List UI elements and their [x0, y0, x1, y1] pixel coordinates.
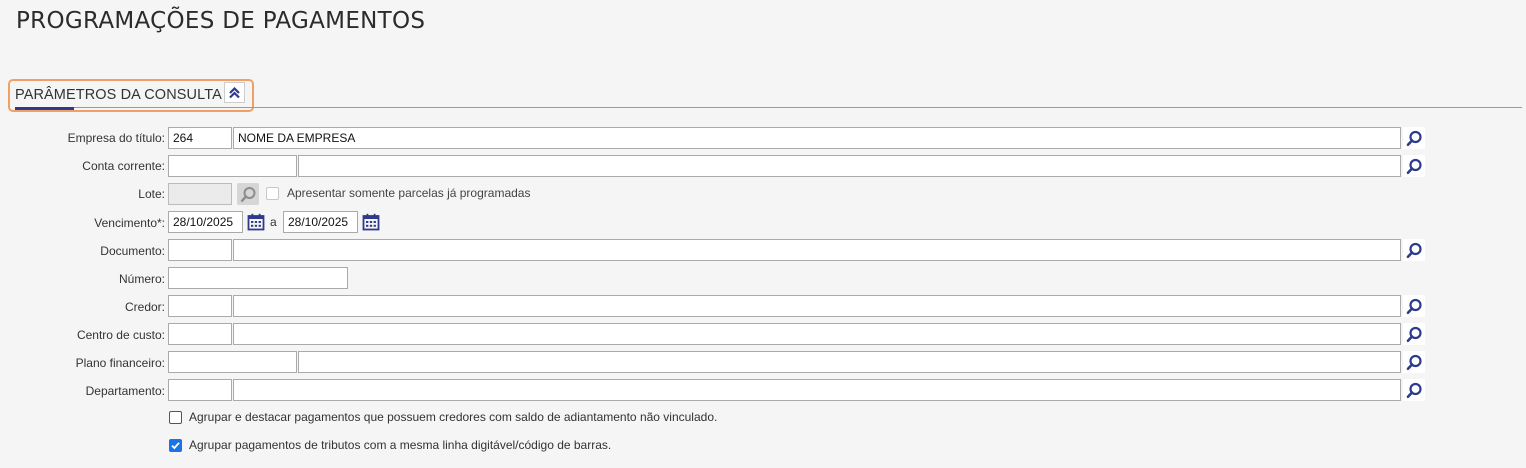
vencimento-from-calendar-button[interactable]: [246, 212, 266, 232]
section-divider: [74, 107, 1522, 108]
lote-input: [168, 183, 232, 205]
vencimento-from-input[interactable]: 28/10/2025: [168, 211, 243, 233]
plano-financeiro-search-button[interactable]: [1403, 351, 1425, 373]
apresentar-programadas-checkbox: [266, 187, 279, 200]
numero-input[interactable]: [168, 267, 348, 289]
search-icon: [1406, 130, 1422, 146]
search-icon: [1406, 298, 1422, 314]
vencimento-to-calendar-button[interactable]: [361, 212, 381, 232]
double-chevron-up-icon: [229, 86, 240, 99]
search-icon: [240, 186, 255, 202]
plano-financeiro-label: Plano financeiro:: [75, 356, 165, 370]
search-icon: [1406, 158, 1422, 174]
documento-code-input[interactable]: [168, 239, 232, 261]
search-icon: [1406, 354, 1422, 370]
agrupar-tributos-checkbox[interactable]: [169, 439, 182, 452]
documento-label: Documento:: [100, 244, 165, 258]
credor-name-input[interactable]: [233, 295, 1401, 317]
section-title: PARÂMETROS DA CONSULTA: [15, 87, 222, 103]
empresa-search-button[interactable]: [1403, 127, 1425, 149]
search-icon: [1406, 326, 1422, 342]
departamento-label: Departamento:: [85, 384, 165, 398]
agrupar-credores-checkbox[interactable]: [169, 411, 182, 424]
departamento-name-input[interactable]: [233, 379, 1401, 401]
departamento-search-button[interactable]: [1403, 379, 1425, 401]
agrupar-credores-label: Agrupar e destacar pagamentos que possue…: [189, 410, 718, 424]
checkmark-icon: [171, 442, 180, 450]
collapse-section-button[interactable]: [224, 82, 245, 103]
lote-search-button: [237, 183, 259, 205]
numero-label: Número:: [118, 272, 165, 286]
documento-name-input[interactable]: [233, 239, 1401, 261]
conta-search-button[interactable]: [1403, 155, 1425, 177]
search-icon: [1406, 382, 1422, 398]
credor-search-button[interactable]: [1403, 295, 1425, 317]
calendar-icon: [247, 213, 265, 231]
centro-custo-label: Centro de custo:: [76, 328, 165, 342]
conta-code-input[interactable]: [168, 155, 297, 177]
conta-name-input[interactable]: [298, 155, 1401, 177]
centro-custo-code-input[interactable]: [168, 323, 232, 345]
plano-financeiro-code-input[interactable]: [168, 351, 297, 373]
vencimento-to-input[interactable]: 28/10/2025: [283, 211, 358, 233]
centro-custo-name-input[interactable]: [233, 323, 1401, 345]
vencimento-label: Vencimento*:: [94, 216, 165, 230]
lote-label: Lote:: [138, 187, 165, 201]
empresa-name-input[interactable]: NOME DA EMPRESA: [233, 127, 1401, 149]
agrupar-tributos-label: Agrupar pagamentos de tributos com a mes…: [189, 438, 612, 452]
empresa-label: Empresa do título:: [67, 131, 165, 145]
search-icon: [1406, 242, 1422, 258]
conta-label: Conta corrente:: [82, 159, 165, 173]
section-title-underline: [15, 107, 74, 110]
credor-code-input[interactable]: [168, 295, 232, 317]
credor-label: Credor:: [124, 300, 165, 314]
documento-search-button[interactable]: [1403, 239, 1425, 261]
centro-custo-search-button[interactable]: [1403, 323, 1425, 345]
page-title: PROGRAMAÇÕES DE PAGAMENTOS: [16, 8, 426, 34]
vencimento-separator: a: [270, 215, 277, 229]
plano-financeiro-name-input[interactable]: [298, 351, 1401, 373]
empresa-code-input[interactable]: 264: [168, 127, 232, 149]
calendar-icon: [362, 213, 380, 231]
departamento-code-input[interactable]: [168, 379, 232, 401]
apresentar-programadas-label: Apresentar somente parcelas já programad…: [287, 186, 531, 200]
